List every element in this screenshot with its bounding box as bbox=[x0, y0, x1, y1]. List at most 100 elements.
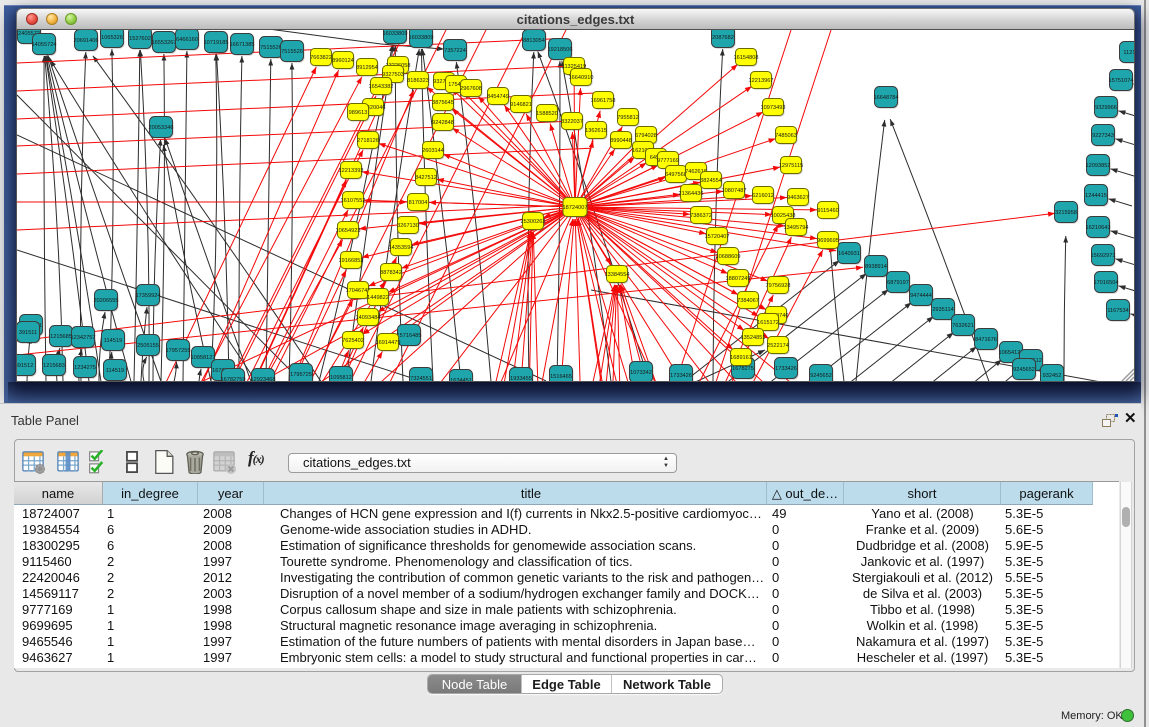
svg-text:1678275: 1678275 bbox=[732, 366, 754, 372]
svg-text:13495794: 13495794 bbox=[784, 225, 809, 231]
svg-text:7515526: 7515526 bbox=[281, 49, 303, 55]
svg-text:9115460: 9115460 bbox=[817, 208, 838, 214]
svg-text:16107552: 16107552 bbox=[341, 198, 366, 204]
svg-text:1449822: 1449822 bbox=[367, 295, 389, 301]
svg-text:12213967: 12213967 bbox=[749, 78, 774, 84]
svg-text:12213393: 12213393 bbox=[339, 168, 364, 174]
svg-text:1215685: 1215685 bbox=[50, 334, 72, 340]
svg-text:16640910: 16640910 bbox=[569, 75, 594, 81]
svg-text:7324551: 7324551 bbox=[410, 376, 432, 382]
svg-text:1167534: 1167534 bbox=[1107, 308, 1128, 314]
svg-text:1588520: 1588520 bbox=[536, 111, 558, 117]
svg-text:6794028: 6794028 bbox=[635, 133, 657, 139]
svg-text:8454749: 8454749 bbox=[487, 94, 509, 100]
svg-text:10973493: 10973493 bbox=[761, 105, 786, 111]
svg-text:6879197: 6879197 bbox=[887, 280, 909, 286]
svg-text:6497568: 6497568 bbox=[665, 172, 687, 178]
svg-text:1095812: 1095812 bbox=[330, 375, 352, 381]
svg-text:8938914: 8938914 bbox=[865, 264, 887, 270]
svg-text:16033809: 16033809 bbox=[409, 35, 434, 41]
svg-text:9227343: 9227343 bbox=[1092, 133, 1114, 139]
svg-text:19218506: 19218506 bbox=[548, 47, 573, 53]
svg-text:12342757: 12342757 bbox=[71, 335, 96, 341]
svg-text:8471676: 8471676 bbox=[975, 337, 997, 343]
svg-text:6466160: 6466160 bbox=[176, 37, 198, 43]
svg-text:16782759: 16782759 bbox=[221, 377, 246, 382]
svg-text:7955812: 7955812 bbox=[617, 115, 639, 121]
svg-text:1215683: 1215683 bbox=[43, 363, 65, 369]
svg-text:1689161: 1689161 bbox=[730, 355, 752, 361]
svg-text:1640931: 1640931 bbox=[838, 251, 860, 257]
svg-text:1733426: 1733426 bbox=[670, 373, 692, 379]
svg-text:9329966: 9329966 bbox=[1095, 105, 1117, 111]
svg-text:1733426: 1733426 bbox=[775, 366, 797, 372]
svg-text:1065326: 1065326 bbox=[101, 35, 123, 41]
svg-text:16543382: 16543382 bbox=[369, 84, 394, 90]
svg-text:7625402: 7625402 bbox=[342, 338, 364, 344]
svg-text:10719185: 10719185 bbox=[204, 40, 229, 46]
svg-text:21364436: 21364436 bbox=[679, 191, 704, 197]
svg-text:13384554: 13384554 bbox=[605, 272, 630, 278]
svg-text:8322037: 8322037 bbox=[561, 119, 583, 125]
svg-text:1516465: 1516465 bbox=[550, 374, 572, 380]
svg-text:15716485: 15716485 bbox=[397, 333, 422, 339]
svg-text:17046745: 17046745 bbox=[346, 288, 371, 294]
svg-text:3215958: 3215958 bbox=[1055, 210, 1077, 216]
svg-text:13524851: 13524851 bbox=[741, 335, 766, 341]
svg-text:6216012: 6216012 bbox=[752, 193, 774, 199]
svg-text:7386372: 7386372 bbox=[690, 213, 712, 219]
svg-text:10654923: 10654923 bbox=[336, 228, 361, 234]
svg-text:391512: 391512 bbox=[17, 363, 33, 369]
svg-text:17359924: 17359924 bbox=[136, 293, 161, 299]
svg-text:14353594: 14353594 bbox=[389, 245, 414, 251]
svg-text:2505155: 2505155 bbox=[137, 343, 159, 349]
svg-text:20206555: 20206555 bbox=[94, 298, 119, 304]
svg-text:9474444: 9474444 bbox=[910, 293, 932, 299]
svg-text:1234275: 1234275 bbox=[74, 365, 96, 371]
svg-text:12923468: 12923468 bbox=[251, 377, 276, 382]
svg-text:16671385: 16671385 bbox=[230, 42, 255, 48]
svg-text:9146821: 9146821 bbox=[510, 102, 532, 108]
svg-text:19166852: 19166852 bbox=[339, 258, 364, 264]
svg-text:17016504: 17016504 bbox=[1094, 280, 1119, 286]
svg-text:16154808: 16154808 bbox=[734, 55, 759, 61]
svg-text:7357224: 7357224 bbox=[444, 48, 466, 54]
svg-text:9245652: 9245652 bbox=[810, 373, 832, 379]
svg-text:3824554: 3824554 bbox=[700, 178, 722, 184]
svg-text:7663822: 7663822 bbox=[310, 55, 332, 61]
svg-text:2935114: 2935114 bbox=[932, 307, 953, 313]
svg-text:1073342: 1073342 bbox=[630, 370, 652, 376]
svg-text:7384067: 7384067 bbox=[737, 298, 759, 304]
svg-text:1795725: 1795725 bbox=[290, 372, 312, 378]
svg-text:114519: 114519 bbox=[106, 368, 124, 374]
svg-text:2522174: 2522174 bbox=[767, 343, 789, 349]
svg-text:12975115: 12975115 bbox=[779, 163, 803, 169]
svg-text:16033809: 16033809 bbox=[383, 31, 408, 37]
svg-text:16961758: 16961758 bbox=[591, 98, 616, 104]
svg-text:16553267: 16553267 bbox=[152, 40, 177, 46]
svg-text:3875645: 3875645 bbox=[432, 100, 454, 106]
svg-text:3267130: 3267130 bbox=[397, 223, 419, 229]
svg-text:15720407: 15720407 bbox=[705, 234, 730, 240]
svg-text:20691406: 20691406 bbox=[74, 38, 99, 44]
svg-text:15751074: 15751074 bbox=[1109, 78, 1134, 84]
svg-text:20053346: 20053346 bbox=[149, 125, 174, 131]
svg-text:10958127: 10958127 bbox=[191, 355, 216, 361]
svg-text:16210643: 16210643 bbox=[1086, 225, 1111, 231]
svg-text:2967608: 2967608 bbox=[460, 86, 482, 92]
svg-text:1615172: 1615172 bbox=[757, 320, 779, 326]
svg-text:14055724: 14055724 bbox=[32, 42, 57, 48]
svg-text:16648784: 16648784 bbox=[874, 95, 899, 101]
svg-text:1634451: 1634451 bbox=[450, 378, 472, 382]
svg-text:989613: 989613 bbox=[349, 110, 368, 116]
svg-text:8912954: 8912954 bbox=[356, 65, 378, 71]
svg-text:1933455: 1933455 bbox=[510, 376, 532, 382]
svg-text:2087682: 2087682 bbox=[712, 35, 734, 41]
svg-text:9463627: 9463627 bbox=[787, 195, 809, 201]
svg-text:2603144: 2603144 bbox=[422, 148, 444, 154]
svg-text:391511: 391511 bbox=[19, 330, 37, 336]
svg-text:817004: 817004 bbox=[409, 200, 428, 206]
svg-text:1527602: 1527602 bbox=[129, 36, 151, 42]
svg-text:12093852: 12093852 bbox=[1086, 163, 1111, 169]
svg-text:7515526: 7515526 bbox=[260, 45, 282, 51]
